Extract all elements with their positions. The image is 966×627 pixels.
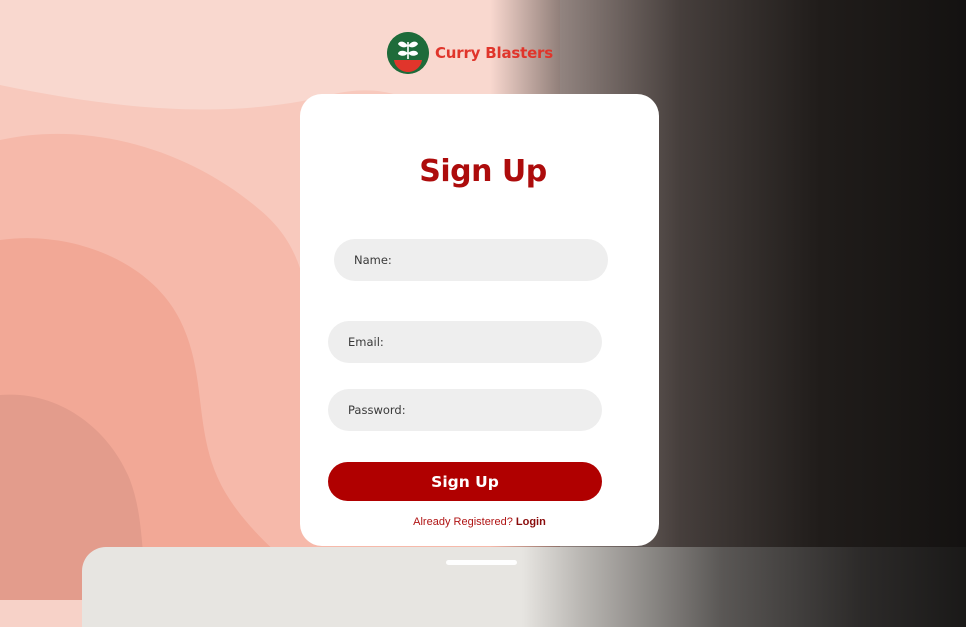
login-prompt: Already Registered? Login — [300, 516, 659, 528]
login-link[interactable]: Login — [516, 516, 546, 528]
password-field[interactable]: Password: — [328, 389, 602, 431]
brand-name: Curry Blasters — [435, 44, 553, 62]
name-input[interactable] — [395, 239, 608, 281]
leaf-bowl-icon — [387, 32, 429, 74]
name-label: Name: — [354, 253, 392, 267]
email-input[interactable] — [387, 321, 602, 363]
brand-logo[interactable]: Curry Blasters — [387, 32, 553, 74]
password-input[interactable] — [409, 389, 602, 431]
name-field[interactable]: Name: — [334, 239, 608, 281]
bottom-sheet — [82, 547, 966, 627]
password-label: Password: — [348, 403, 406, 417]
email-field[interactable]: Email: — [328, 321, 602, 363]
email-label: Email: — [348, 335, 384, 349]
signup-button[interactable]: Sign Up — [328, 462, 602, 501]
page-title: Sign Up — [419, 154, 547, 189]
sheet-handle[interactable] — [446, 560, 517, 565]
already-registered-text: Already Registered? — [413, 516, 513, 528]
